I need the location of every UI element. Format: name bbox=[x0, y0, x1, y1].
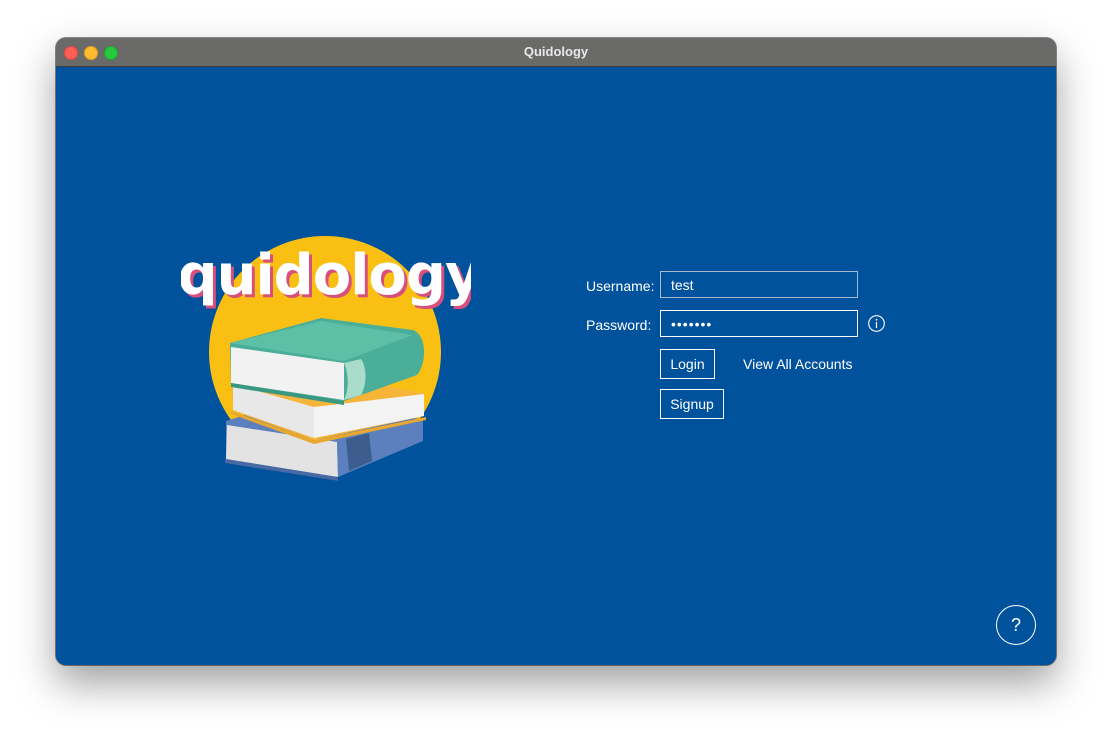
view-all-accounts-link[interactable]: View All Accounts bbox=[743, 356, 852, 372]
password-field[interactable] bbox=[660, 310, 858, 337]
app-window: Quidology quidology quidology Username: … bbox=[56, 38, 1056, 665]
username-field[interactable] bbox=[660, 271, 858, 298]
help-button[interactable]: ? bbox=[996, 605, 1036, 645]
password-label: Password: bbox=[586, 317, 652, 333]
logo-wordmark-front: quidology bbox=[181, 243, 471, 308]
login-screen: quidology quidology Username: Password: … bbox=[56, 67, 1056, 665]
signup-button[interactable]: Signup bbox=[660, 389, 724, 419]
login-button[interactable]: Login bbox=[660, 349, 715, 379]
window-title: Quidology bbox=[523, 44, 589, 59]
info-icon[interactable] bbox=[868, 315, 885, 332]
title-bar: Quidology bbox=[56, 38, 1056, 67]
quidology-logo: quidology quidology bbox=[181, 236, 471, 481]
username-label: Username: bbox=[586, 278, 655, 294]
